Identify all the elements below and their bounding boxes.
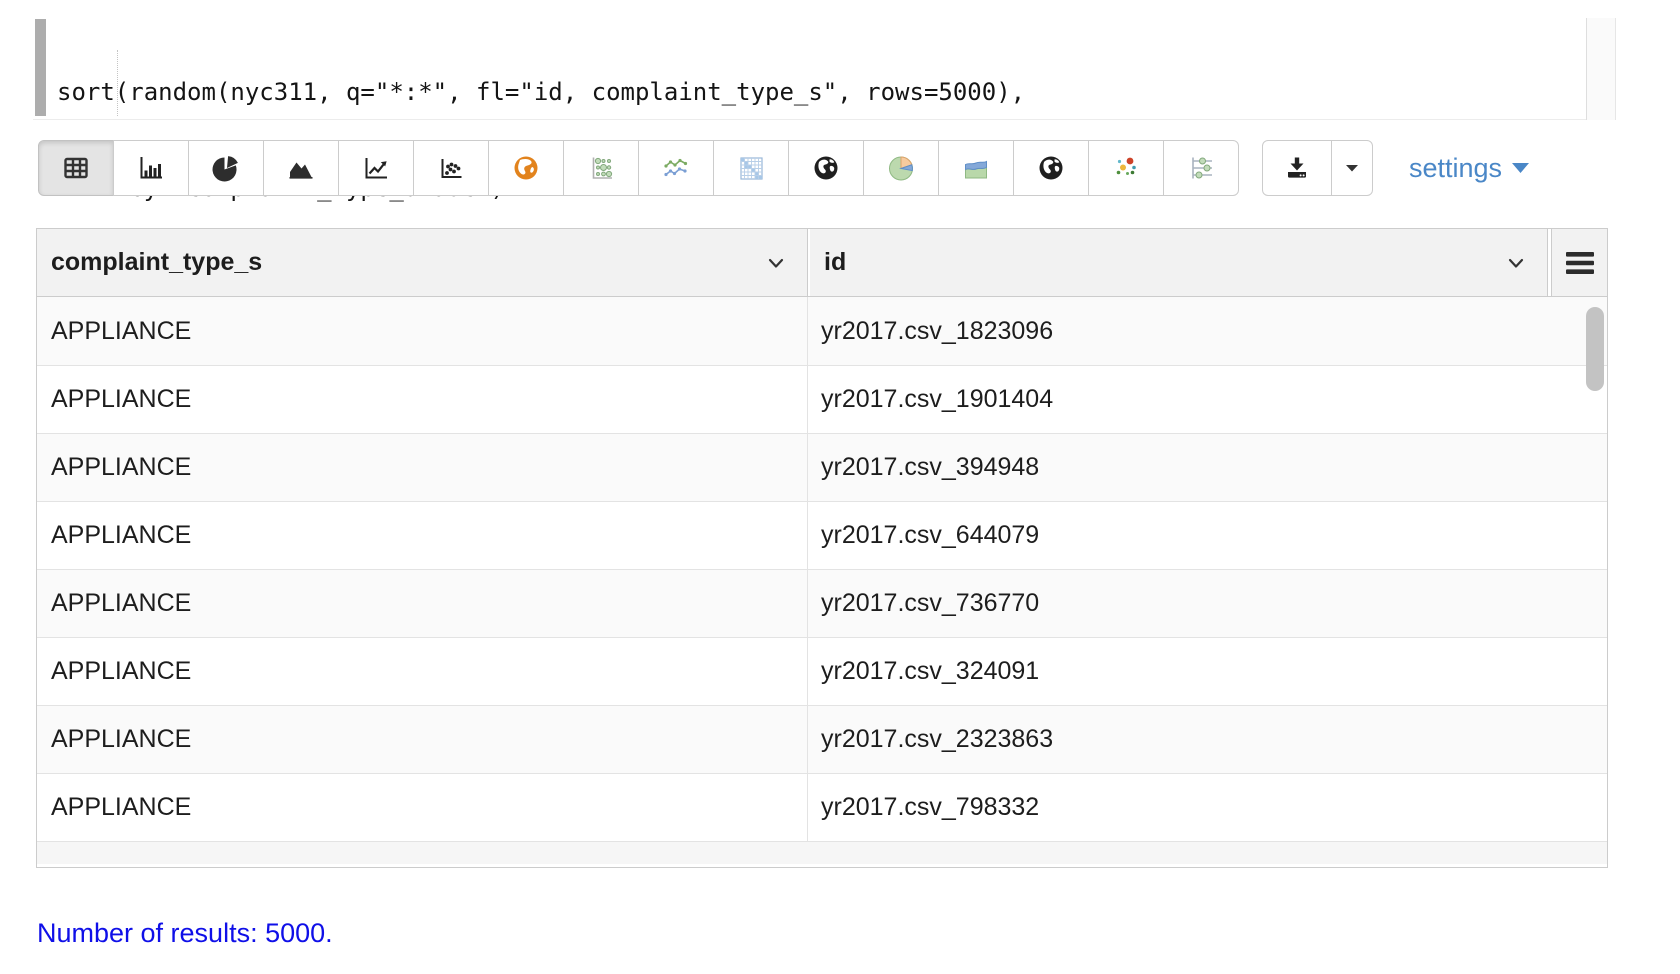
table-row: APPLIANCE yr2017.csv_1901404 [37,365,1607,433]
cell-complaint-type: APPLIANCE [37,570,808,637]
globe-orange-icon [511,153,541,183]
viz-multi-line-button[interactable] [638,140,714,196]
download-options-button[interactable] [1331,140,1373,196]
globe-dark-2-icon [1036,153,1066,183]
table-header-row: complaint_type_s id [37,229,1607,297]
download-button[interactable] [1262,140,1332,196]
viz-table-button[interactable] [38,140,114,196]
editor-scrollbar[interactable] [1586,18,1616,120]
viz-area-chart-button[interactable] [263,140,339,196]
settings-label: settings [1409,153,1502,184]
download-icon [1282,153,1312,183]
pie-chart-icon [211,153,241,183]
dot-plot-icon [1186,153,1216,183]
viz-scatter-color-button[interactable] [1088,140,1164,196]
cell-id: yr2017.csv_1901404 [808,385,1607,414]
viz-heatmap-button[interactable] [713,140,789,196]
table-row: APPLIANCE yr2017.csv_324091 [37,637,1607,705]
viz-pie-color-button[interactable] [863,140,939,196]
results-count-text: Number of results: 5000. [37,918,333,949]
scatter-plot-icon [436,153,466,183]
table-icon [61,153,91,183]
cell-complaint-type: APPLIANCE [37,706,808,773]
caret-down-icon [1342,158,1362,178]
table-menu-button[interactable] [1551,229,1607,296]
cell-id: yr2017.csv_324091 [808,657,1607,686]
viz-map-dark-button[interactable] [788,140,864,196]
chevron-down-icon[interactable] [765,252,787,274]
globe-dark-icon [811,153,841,183]
column-header-complaint-type[interactable]: complaint_type_s [37,229,808,296]
download-button-group [1262,140,1373,196]
column-header-label: id [824,248,846,277]
column-header-label: complaint_type_s [51,248,262,277]
viz-bubble-matrix-button[interactable] [563,140,639,196]
partial-next-row [37,841,1607,864]
scatter-color-icon [1111,153,1141,183]
indent-guide [117,50,118,116]
cell-complaint-type: APPLIANCE [37,434,808,501]
cell-id: yr2017.csv_1823096 [808,317,1607,346]
viz-pie-chart-button[interactable] [188,140,264,196]
editor-gutter-bar [35,19,46,116]
viz-map-dark-2-button[interactable] [1013,140,1089,196]
code-editor[interactable]: sort(random(nyc311, q="*:*", fl="id, com… [33,6,1616,120]
cell-complaint-type: APPLIANCE [37,502,808,569]
area-color-icon [961,153,991,183]
heatmap-icon [736,153,766,183]
column-header-id[interactable]: id [810,229,1548,296]
bubble-matrix-icon [586,153,616,183]
cell-complaint-type: APPLIANCE [37,774,808,841]
cell-complaint-type: APPLIANCE [37,297,808,365]
table-row: APPLIANCE yr2017.csv_1823096 [37,297,1607,365]
code-line-1[interactable]: sort(random(nyc311, q="*:*", fl="id, com… [57,76,1025,108]
line-chart-icon [361,153,391,183]
cell-id: yr2017.csv_394948 [808,453,1607,482]
area-chart-icon [286,153,316,183]
table-row: APPLIANCE yr2017.csv_798332 [37,773,1607,841]
table-scrollbar-thumb[interactable] [1586,307,1604,391]
chart-type-button-group [38,140,1239,196]
settings-toggle[interactable]: settings [1409,140,1529,196]
multi-line-chart-icon [661,153,691,183]
results-table: complaint_type_s id APPLIANCE yr2017.csv… [36,228,1608,868]
viz-scatter-plot-button[interactable] [413,140,489,196]
hamburger-menu-icon [1566,252,1594,274]
table-row: APPLIANCE yr2017.csv_736770 [37,569,1607,637]
viz-line-chart-button[interactable] [338,140,414,196]
viz-bar-chart-button[interactable] [113,140,189,196]
bar-chart-icon [136,153,166,183]
cell-id: yr2017.csv_2323863 [808,725,1607,754]
table-row: APPLIANCE yr2017.csv_2323863 [37,705,1607,773]
pie-color-icon [886,153,916,183]
settings-caret-icon [1512,163,1529,173]
cell-id: yr2017.csv_736770 [808,589,1607,618]
viz-map-orange-button[interactable] [488,140,564,196]
viz-area-color-button[interactable] [938,140,1014,196]
cell-complaint-type: APPLIANCE [37,638,808,705]
visualization-toolbar: settings [38,140,1529,196]
chevron-down-icon[interactable] [1505,252,1527,274]
table-row: APPLIANCE yr2017.csv_394948 [37,433,1607,501]
cell-id: yr2017.csv_798332 [808,793,1607,822]
cell-complaint-type: APPLIANCE [37,366,808,433]
viz-dot-plot-button[interactable] [1163,140,1239,196]
table-body: APPLIANCE yr2017.csv_1823096 APPLIANCE y… [37,297,1607,864]
cell-id: yr2017.csv_644079 [808,521,1607,550]
table-row: APPLIANCE yr2017.csv_644079 [37,501,1607,569]
